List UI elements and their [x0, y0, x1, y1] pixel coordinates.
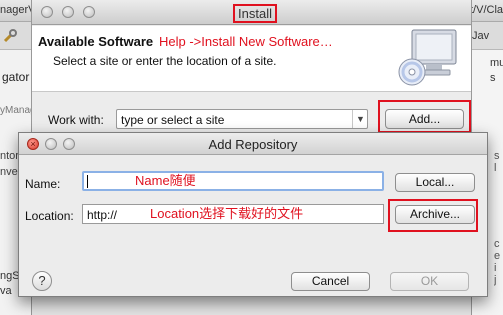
install-footer: [32, 295, 471, 315]
available-software-subtitle: Select a site or enter the location of a…: [53, 54, 277, 68]
install-titlebar[interactable]: Install: [32, 0, 471, 25]
archive-button[interactable]: Archive...: [395, 205, 475, 224]
background-tab-right[interactable]: t/V/Clas: [470, 4, 503, 16]
java-perspective-label[interactable]: Jav: [472, 30, 489, 42]
location-annotation: Location选择下载好的文件: [150, 206, 304, 221]
add-repository-dialog: Add Repository × Name: Name随便 Local... L…: [18, 132, 488, 297]
ok-button[interactable]: OK: [390, 272, 469, 291]
panel-text: l: [494, 162, 497, 174]
site-combo-text[interactable]: type or select a site: [121, 113, 224, 127]
chevron-down-icon[interactable]: ▼: [352, 110, 368, 128]
zoom-dialog-button[interactable]: [63, 138, 75, 150]
minimize-window-button[interactable]: [62, 6, 74, 18]
dialog-titlebar[interactable]: Add Repository ×: [19, 133, 487, 155]
location-label: Location:: [25, 209, 74, 223]
close-window-button[interactable]: [41, 6, 53, 18]
text-caret: [87, 175, 88, 188]
local-button[interactable]: Local...: [395, 173, 475, 192]
site-combo-box[interactable]: type or select a site ▼: [116, 109, 368, 129]
wrench-icon[interactable]: [2, 28, 18, 44]
panel-text: mu: [490, 57, 503, 69]
available-software-title: Available Software: [38, 34, 154, 49]
name-label: Name:: [25, 177, 61, 191]
panel-text: s: [494, 150, 500, 162]
help-button[interactable]: ?: [32, 271, 52, 291]
work-with-label: Work with:: [48, 113, 104, 127]
install-window-title: Install: [233, 4, 277, 23]
panel-text: e: [494, 250, 501, 262]
minimize-dialog-button[interactable]: [45, 138, 57, 150]
computer-cd-icon: [398, 29, 457, 86]
add-button[interactable]: Add...: [385, 109, 464, 129]
name-annotation: Name随便: [135, 173, 196, 188]
panel-text: s: [490, 72, 496, 84]
help-install-annotation: Help ->Install New Software…: [159, 34, 333, 49]
cancel-button[interactable]: Cancel: [291, 272, 370, 291]
panel-text: c: [494, 238, 500, 250]
panel-text: j: [494, 274, 497, 286]
install-header-banner: Available Software Help ->Install New So…: [32, 26, 471, 92]
location-value[interactable]: http://: [87, 208, 117, 222]
close-dialog-button[interactable]: ×: [27, 138, 39, 150]
zoom-window-button[interactable]: [83, 6, 95, 18]
dialog-title: Add Repository: [208, 137, 298, 152]
name-input[interactable]: [82, 171, 384, 191]
panel-text: i: [494, 262, 497, 274]
